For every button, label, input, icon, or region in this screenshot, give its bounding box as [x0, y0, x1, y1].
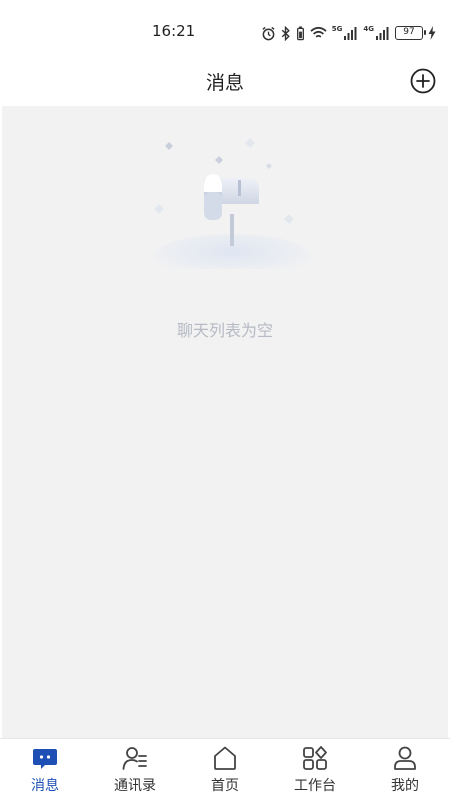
tab-workbench[interactable]: 工作台 — [270, 739, 360, 800]
battery-indicator: 97 — [395, 26, 426, 40]
tab-contacts[interactable]: 通讯录 — [90, 739, 180, 800]
tab-label: 首页 — [211, 778, 239, 794]
header: 消息 — [0, 62, 450, 106]
home-icon — [214, 746, 236, 770]
status-time: 16:21 — [152, 22, 196, 40]
status-icons: 5G 4G 97 — [261, 24, 436, 42]
plus-circle-icon[interactable] — [410, 68, 436, 94]
tab-label: 我的 — [391, 778, 419, 794]
network-label-5g: 5G — [331, 25, 343, 33]
tab-bar: 消息 通讯录 首页 工作台 我的 — [0, 738, 450, 800]
contacts-icon — [122, 747, 147, 770]
bluetooth-icon — [281, 25, 290, 41]
tab-messages[interactable]: 消息 — [0, 739, 90, 800]
tab-label: 工作台 — [294, 778, 336, 794]
tab-label: 消息 — [31, 778, 59, 794]
network-label-4g: 4G — [363, 25, 374, 33]
status-bar: 16:21 5G 4G 97 — [0, 0, 450, 62]
tab-profile[interactable]: 我的 — [360, 739, 450, 800]
signal-icon — [376, 27, 389, 40]
chat-icon — [33, 749, 57, 769]
signal-icon — [344, 27, 357, 40]
wifi-icon — [310, 26, 327, 38]
page-title: 消息 — [205, 72, 244, 94]
vibrate-battery-icon — [296, 25, 304, 40]
workbench-icon — [303, 746, 327, 770]
charging-icon — [428, 26, 436, 40]
tab-label: 通讯录 — [114, 778, 156, 794]
alarm-icon — [262, 26, 275, 40]
empty-state-text: 聊天列表为空 — [176, 321, 273, 340]
tab-home[interactable]: 首页 — [180, 739, 270, 800]
mailbox-icon — [154, 138, 310, 269]
chat-list-area: 聊天列表为空 — [2, 106, 448, 738]
profile-icon — [394, 746, 416, 770]
